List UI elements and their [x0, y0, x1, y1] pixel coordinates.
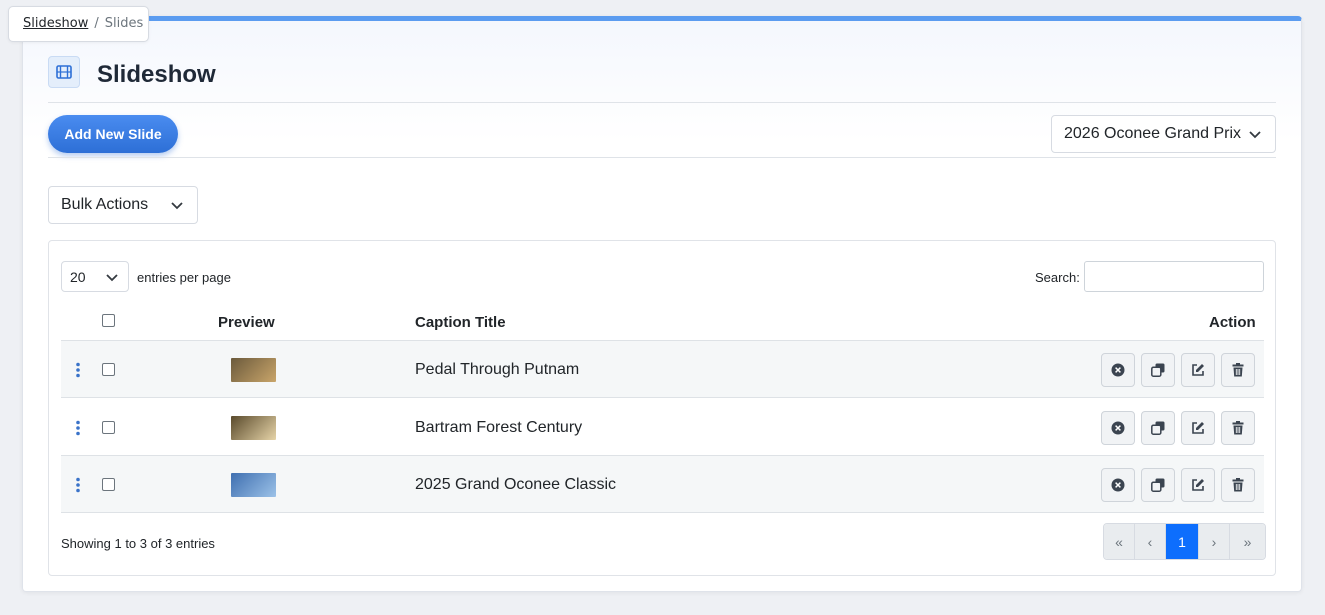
search-input[interactable] [1084, 261, 1264, 292]
drag-handle-icon[interactable] [74, 477, 82, 493]
column-header-action: Action [1209, 314, 1256, 331]
row-checkbox[interactable] [102, 420, 115, 434]
page-title: Slideshow [97, 61, 216, 88]
event-select[interactable]: 2026 Oconee Grand Prix [1051, 115, 1276, 153]
trash-button[interactable] [1221, 468, 1255, 502]
slide-preview-thumbnail [231, 415, 276, 440]
entries-per-page-label: entries per page [137, 270, 231, 285]
add-new-slide-button[interactable]: Add New Slide [48, 115, 178, 153]
bulk-actions-select[interactable]: Bulk Actions [48, 186, 198, 224]
table-row: Bartram Forest Century [61, 399, 1264, 456]
trash-button[interactable] [1221, 410, 1255, 445]
caption-title: Pedal Through Putnam [415, 361, 580, 378]
duplicate-icon [1151, 363, 1165, 377]
slides-table-panel: 20 entries per page Search: Preview Capt… [48, 240, 1276, 576]
edit-icon [1191, 421, 1205, 435]
breadcrumb: Slideshow / Slides [8, 6, 149, 42]
column-header-preview: Preview [218, 314, 275, 331]
edit-button[interactable] [1181, 468, 1215, 502]
entries-per-page-select[interactable]: 20 [61, 261, 129, 292]
duplicate-icon [1151, 421, 1165, 435]
duplicate-button[interactable] [1141, 468, 1175, 502]
close-circle-button[interactable] [1101, 468, 1135, 502]
page-first-button[interactable]: « [1104, 524, 1135, 559]
event-select-value: 2026 Oconee Grand Prix [1064, 125, 1241, 142]
breadcrumb-current: Slides [104, 16, 144, 31]
edit-icon [1191, 363, 1205, 377]
search-label: Search: [1035, 270, 1080, 285]
table-row: 2025 Grand Oconee Classic [61, 456, 1264, 513]
close-circle-button[interactable] [1101, 410, 1135, 445]
table-info: Showing 1 to 3 of 3 entries [61, 536, 215, 551]
close-circle-icon [1111, 478, 1125, 492]
row-checkbox[interactable] [102, 478, 115, 491]
duplicate-button[interactable] [1141, 353, 1175, 387]
bulk-actions-label: Bulk Actions [61, 196, 149, 213]
page-number-button[interactable]: 1 [1166, 524, 1199, 559]
drag-handle-icon[interactable] [74, 362, 82, 378]
slide-preview-thumbnail [231, 473, 276, 497]
breadcrumb-link-slideshow[interactable]: Slideshow [23, 16, 88, 31]
row-checkbox[interactable] [102, 363, 115, 376]
entries-per-page-value: 20 [70, 268, 86, 285]
edit-button[interactable] [1181, 353, 1215, 387]
caption-title: Bartram Forest Century [415, 418, 583, 436]
pagination: « ‹ 1 › » [1103, 523, 1266, 560]
main-card: Slideshow Add New Slide 2026 Oconee Gran… [22, 16, 1302, 592]
divider [48, 102, 1276, 103]
breadcrumb-separator: / [94, 16, 99, 31]
trash-icon [1231, 420, 1245, 435]
trash-icon [1231, 478, 1245, 492]
caption-title: 2025 Grand Oconee Classic [415, 476, 616, 493]
close-circle-icon [1111, 363, 1125, 377]
page-next-button[interactable]: › [1199, 524, 1230, 559]
edit-icon [1191, 478, 1205, 492]
close-circle-icon [1111, 421, 1125, 435]
trash-icon [1231, 363, 1245, 377]
select-all-checkbox[interactable] [102, 314, 115, 327]
table-row: Pedal Through Putnam [61, 341, 1264, 398]
page-last-button[interactable]: » [1230, 524, 1265, 559]
page-prev-button[interactable]: ‹ [1135, 524, 1166, 559]
chevron-down-icon [106, 273, 118, 281]
close-circle-button[interactable] [1101, 353, 1135, 387]
film-icon [48, 56, 80, 88]
duplicate-button[interactable] [1141, 410, 1175, 445]
slide-preview-thumbnail [231, 358, 276, 382]
duplicate-icon [1151, 478, 1165, 492]
trash-button[interactable] [1221, 353, 1255, 387]
edit-button[interactable] [1181, 410, 1215, 445]
chevron-down-icon [1249, 131, 1261, 139]
column-header-caption-title: Caption Title [415, 314, 506, 331]
drag-handle-icon[interactable] [74, 420, 82, 436]
divider [48, 157, 1276, 158]
chevron-down-icon [171, 202, 183, 210]
